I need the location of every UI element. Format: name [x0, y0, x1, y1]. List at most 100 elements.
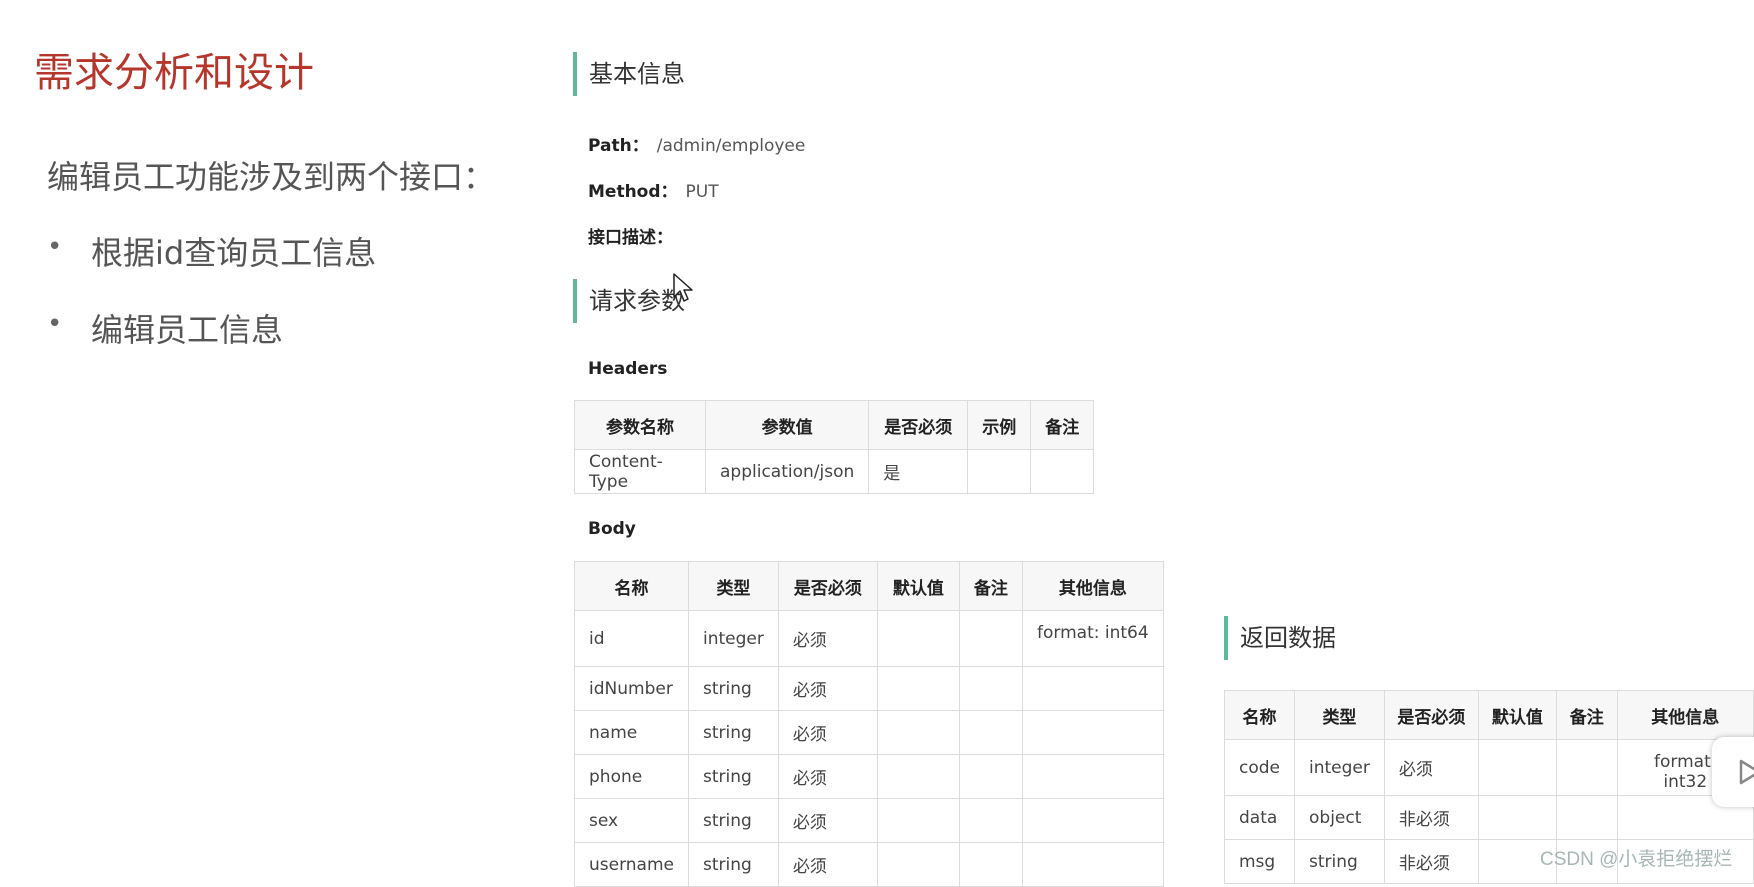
headers-table: 参数名称 参数值 是否必须 示例 备注 Content-Type applica… [574, 400, 1095, 494]
table-header-row: 名称 类型 是否必须 默认值 备注 其他信息 [574, 561, 1164, 611]
column-header: 类型 [688, 561, 779, 611]
table-cell [876, 610, 960, 667]
table-cell [958, 798, 1023, 843]
intro-text: 编辑员工功能涉及到两个接口： [47, 158, 496, 196]
table-row: phone string 必须 [574, 754, 1164, 799]
bullet-dot: • [47, 309, 63, 339]
table-cell [958, 754, 1023, 799]
table-cell: sex [574, 798, 689, 843]
table-row: Content-Type application/json 是 [574, 449, 1095, 494]
table-cell: 必须 [777, 754, 878, 799]
table-row: username string 必须 [574, 842, 1164, 887]
table-cell [958, 842, 1023, 887]
table-cell [1477, 795, 1557, 840]
bullet-list: • 根据id查询员工信息 • 编辑员工信息 [47, 228, 376, 382]
table-cell: 必须 [1383, 739, 1479, 796]
table-cell: 必须 [777, 666, 878, 711]
table-header-row: 名称 类型 是否必须 默认值 备注 其他信息 [1224, 690, 1754, 740]
column-header: 名称 [1224, 690, 1295, 740]
path-label: Path： [588, 136, 649, 156]
table-row: name string 必须 [574, 710, 1164, 755]
table-cell: string [688, 666, 779, 711]
table-cell [967, 449, 1032, 494]
table-cell [876, 710, 960, 755]
bullet-text: 根据id查询员工信息 [91, 234, 377, 272]
side-player-button[interactable] [1712, 737, 1754, 807]
column-header: 其他信息 [1616, 690, 1754, 740]
section-response-data: 返回数据 [1224, 616, 1336, 660]
table-row: id integer 必须 format: int64 [574, 610, 1164, 667]
column-header: 参数值 [704, 400, 870, 450]
table-cell [958, 666, 1023, 711]
bullet-dot: • [47, 232, 63, 262]
table-cell [876, 754, 960, 799]
table-cell: string [1294, 839, 1385, 884]
table-cell: phone [574, 754, 689, 799]
column-header: 备注 [1030, 400, 1095, 450]
table-cell: format: int64 [1021, 610, 1164, 667]
method-label: Method： [588, 182, 678, 202]
table-cell: data [1224, 795, 1295, 840]
table-cell [1030, 449, 1095, 494]
body-table: 名称 类型 是否必须 默认值 备注 其他信息 id integer 必须 for… [574, 561, 1164, 887]
bullet-text: 编辑员工信息 [91, 311, 284, 349]
table-cell: name [574, 710, 689, 755]
table-cell: 必须 [777, 798, 878, 843]
table-cell [1555, 795, 1618, 840]
table-cell: object [1294, 795, 1385, 840]
table-row: sex string 必须 [574, 798, 1164, 843]
table-cell: code [1224, 739, 1295, 796]
method-row: Method： PUT [588, 177, 719, 202]
table-cell [1021, 754, 1164, 799]
play-icon [1739, 759, 1754, 785]
table-cell: integer [1294, 739, 1385, 796]
column-header: 名称 [574, 561, 689, 611]
column-header: 备注 [958, 561, 1023, 611]
table-cell: 必须 [777, 610, 878, 667]
headers-label: Headers [588, 359, 668, 379]
table-cell: username [574, 842, 689, 887]
table-cell: idNumber [574, 666, 689, 711]
table-cell [958, 610, 1023, 667]
column-header: 类型 [1294, 690, 1385, 740]
table-cell: id [574, 610, 689, 667]
table-cell: 必须 [777, 710, 878, 755]
column-header: 是否必须 [868, 400, 969, 450]
table-cell [876, 842, 960, 887]
section-basic-info: 基本信息 [573, 52, 685, 96]
column-header: 参数名称 [574, 400, 706, 450]
section-request-params: 请求参数 [573, 279, 685, 323]
watermark: CSDN @小袁拒绝摆烂 [1540, 849, 1733, 870]
path-row: Path： /admin/employee [588, 131, 805, 156]
description-row: 接口描述： [588, 223, 673, 248]
table-cell [1021, 842, 1164, 887]
table-cell: 是 [868, 449, 969, 494]
table-cell [1021, 710, 1164, 755]
column-header: 默认值 [1477, 690, 1557, 740]
body-label: Body [588, 519, 636, 539]
table-cell [876, 798, 960, 843]
table-row: code integer 必须 format: int32 [1224, 739, 1754, 796]
table-cell: string [688, 754, 779, 799]
column-header: 是否必须 [1383, 690, 1479, 740]
mouse-cursor-icon [673, 273, 693, 302]
table-cell: 必须 [777, 842, 878, 887]
table-cell [958, 710, 1023, 755]
table-cell: integer [688, 610, 779, 667]
column-header: 示例 [967, 400, 1032, 450]
bullet-item: • 根据id查询员工信息 [47, 228, 376, 305]
table-cell: application/json [704, 449, 870, 494]
column-header: 备注 [1555, 690, 1618, 740]
table-cell: msg [1224, 839, 1295, 884]
path-value: /admin/employee [656, 136, 806, 156]
table-row: data object 非必须 [1224, 795, 1754, 840]
column-header: 其他信息 [1021, 561, 1164, 611]
table-cell [1021, 666, 1164, 711]
table-cell [1555, 739, 1618, 796]
description-label: 接口描述： [588, 228, 673, 248]
table-cell [1021, 798, 1164, 843]
bullet-item: • 编辑员工信息 [47, 305, 376, 382]
table-cell: 非必须 [1383, 795, 1479, 840]
table-cell [1477, 739, 1557, 796]
table-cell: 非必须 [1383, 839, 1479, 884]
